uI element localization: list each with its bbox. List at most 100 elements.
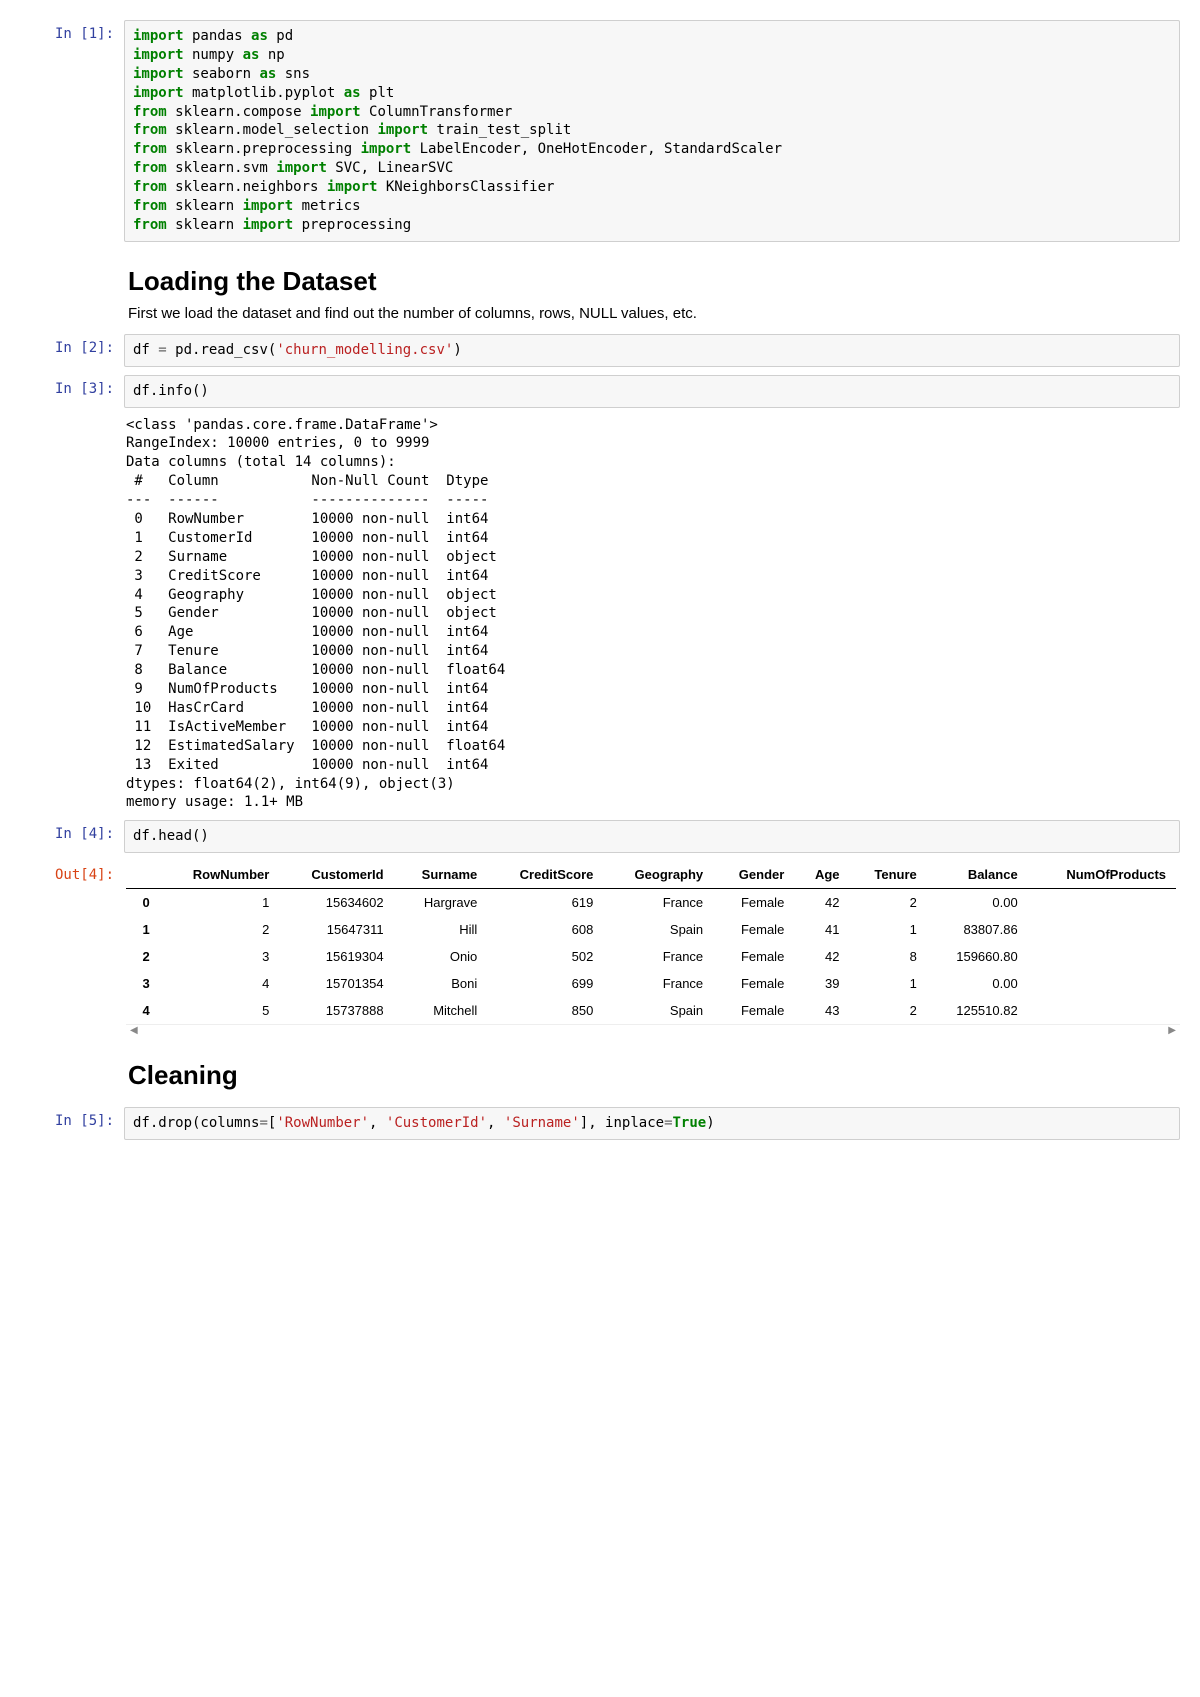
table-cell: 0.00 (927, 889, 1028, 917)
heading-loading: Loading the Dataset (128, 266, 1176, 297)
table-cell: 39 (794, 970, 849, 997)
output-cell-3: <class 'pandas.core.frame.DataFrame'> Ra… (20, 416, 1180, 813)
table-row: 0115634602Hargrave619FranceFemale4220.00 (126, 889, 1176, 917)
table-cell: France (603, 943, 713, 970)
table-cell (1028, 943, 1176, 970)
code-input-4[interactable]: df.head() (124, 820, 1180, 853)
table-cell: 850 (487, 997, 603, 1024)
code-5-src: df.drop(columns=['RowNumber', 'CustomerI… (133, 1114, 1171, 1133)
table-cell: 0.00 (927, 970, 1028, 997)
table-cell: 3 (160, 943, 280, 970)
output-cell-4: Out[4]: RowNumberCustomerIdSurnameCredit… (20, 861, 1180, 1036)
code-cell-3: In [3]: df.info() (20, 375, 1180, 408)
in-prompt-5: In [5]: (20, 1107, 124, 1140)
code-input-3[interactable]: df.info() (124, 375, 1180, 408)
code-4-src: df.head() (133, 827, 1171, 846)
table-cell: 15619304 (279, 943, 393, 970)
in-prompt-4: In [4]: (20, 820, 124, 853)
table-cell: 502 (487, 943, 603, 970)
table-cell: 42 (794, 943, 849, 970)
table-cell: 2 (160, 916, 280, 943)
code-cell-4: In [4]: df.head() (20, 820, 1180, 853)
table-cell: Female (713, 889, 794, 917)
table-cell: 2 (850, 889, 927, 917)
table-header: Balance (927, 861, 1028, 889)
table-cell: 15737888 (279, 997, 393, 1024)
code-input-1[interactable]: import pandas as pd import numpy as np i… (124, 20, 1180, 242)
table-header: Surname (394, 861, 488, 889)
info-output: <class 'pandas.core.frame.DataFrame'> Ra… (126, 416, 1180, 813)
table-cell: 8 (850, 943, 927, 970)
para-loading: First we load the dataset and find out t… (128, 305, 1176, 322)
table-cell: Female (713, 997, 794, 1024)
table-cell: 1 (850, 970, 927, 997)
output-4: RowNumberCustomerIdSurnameCreditScoreGeo… (124, 861, 1180, 1036)
table-cell: 41 (794, 916, 849, 943)
table-row: 1215647311Hill608SpainFemale41183807.86 (126, 916, 1176, 943)
code-3-src: df.info() (133, 382, 1171, 401)
table-cell: 608 (487, 916, 603, 943)
scroll-right-icon: ▶ (1164, 1025, 1180, 1036)
table-cell: 619 (487, 889, 603, 917)
table-cell: 1 (850, 916, 927, 943)
heading-cleaning: Cleaning (128, 1060, 1176, 1091)
out-prompt-4: Out[4]: (20, 861, 124, 1036)
table-header: Age (794, 861, 849, 889)
table-cell: 83807.86 (927, 916, 1028, 943)
markdown-cell-loading: Loading the Dataset First we load the da… (20, 250, 1180, 326)
table-cell (1028, 889, 1176, 917)
dataframe-scroll[interactable]: RowNumberCustomerIdSurnameCreditScoreGeo… (126, 861, 1180, 1025)
table-cell: 699 (487, 970, 603, 997)
table-cell: 15647311 (279, 916, 393, 943)
table-cell: 1 (160, 889, 280, 917)
table-row: 2315619304Onio502FranceFemale428159660.8… (126, 943, 1176, 970)
code-cell-2: In [2]: df = pd.read_csv('churn_modellin… (20, 334, 1180, 367)
code-cell-1: In [1]: import pandas as pd import numpy… (20, 20, 1180, 242)
table-cell: 43 (794, 997, 849, 1024)
code-2-src: df = pd.read_csv('churn_modelling.csv') (133, 341, 1171, 360)
table-cell: Female (713, 916, 794, 943)
table-cell: 125510.82 (927, 997, 1028, 1024)
code-1-src: import pandas as pd import numpy as np i… (133, 27, 1171, 235)
table-header: Gender (713, 861, 794, 889)
empty-prompt (20, 416, 124, 813)
table-cell: France (603, 889, 713, 917)
in-prompt-1: In [1]: (20, 20, 124, 242)
in-prompt-2: In [2]: (20, 334, 124, 367)
table-cell: Onio (394, 943, 488, 970)
table-cell: 42 (794, 889, 849, 917)
markdown-cell-cleaning: Cleaning (20, 1044, 1180, 1099)
table-cell: Spain (603, 997, 713, 1024)
empty-prompt (20, 250, 124, 326)
table-header: RowNumber (160, 861, 280, 889)
code-input-5[interactable]: df.drop(columns=['RowNumber', 'CustomerI… (124, 1107, 1180, 1140)
table-cell: Spain (603, 916, 713, 943)
table-cell: 159660.80 (927, 943, 1028, 970)
table-cell: Female (713, 943, 794, 970)
table-cell (1028, 916, 1176, 943)
markdown-body: Loading the Dataset First we load the da… (124, 250, 1180, 326)
code-input-2[interactable]: df = pd.read_csv('churn_modelling.csv') (124, 334, 1180, 367)
table-cell: 4 (160, 970, 280, 997)
table-cell: Female (713, 970, 794, 997)
dataframe-table: RowNumberCustomerIdSurnameCreditScoreGeo… (126, 861, 1176, 1024)
table-cell: France (603, 970, 713, 997)
table-header: NumOfProducts (1028, 861, 1176, 889)
table-cell (1028, 970, 1176, 997)
scroll-left-icon: ◀ (126, 1025, 142, 1036)
table-header: CustomerId (279, 861, 393, 889)
in-prompt-3: In [3]: (20, 375, 124, 408)
table-cell: 15634602 (279, 889, 393, 917)
markdown-body: Cleaning (124, 1044, 1180, 1099)
table-cell: 5 (160, 997, 280, 1024)
table-header: Geography (603, 861, 713, 889)
table-cell: Mitchell (394, 997, 488, 1024)
table-header: CreditScore (487, 861, 603, 889)
table-header: Tenure (850, 861, 927, 889)
table-row: 3415701354Boni699FranceFemale3910.00 (126, 970, 1176, 997)
scroll-indicator: ◀ ▶ (126, 1025, 1180, 1036)
table-row: 4515737888Mitchell850SpainFemale43212551… (126, 997, 1176, 1024)
table-cell: 15701354 (279, 970, 393, 997)
table-cell: Hill (394, 916, 488, 943)
empty-prompt (20, 1044, 124, 1099)
